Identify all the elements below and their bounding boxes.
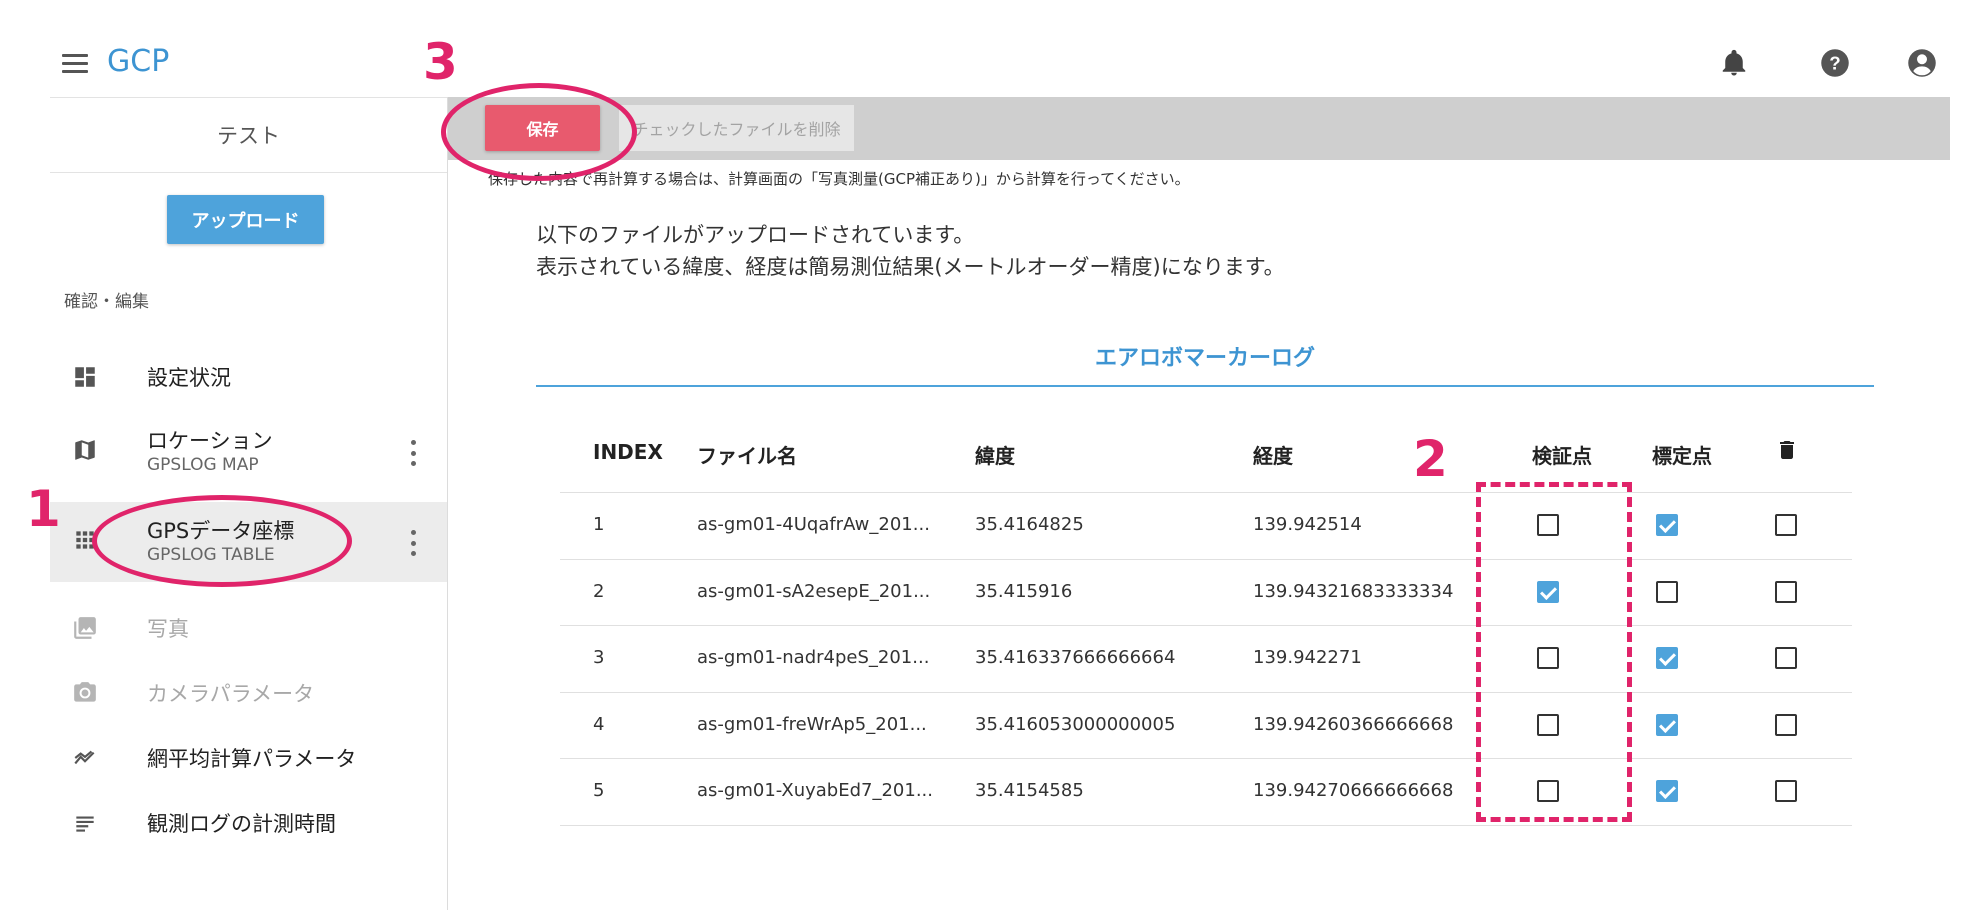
cell-index: 2: [593, 580, 605, 602]
nav-label: 網平均計算パラメータ: [147, 747, 357, 771]
col-header-index: INDEX: [593, 440, 663, 464]
intro-text: 以下のファイルがアップロードされています。 表示されている緯度、経度は簡易測位結…: [536, 219, 1285, 283]
upload-button[interactable]: アップロード: [167, 195, 324, 244]
trend-icon: [74, 750, 95, 765]
col-header-lon: 経度: [1253, 444, 1293, 468]
trash-icon: [1780, 441, 1794, 459]
delete-checked-button[interactable]: チェックしたファイルを削除: [619, 105, 854, 151]
delete-checkbox[interactable]: [1775, 580, 1797, 603]
cell-lon: 139.942271: [1253, 647, 1362, 669]
col-header-lat: 緯度: [975, 444, 1015, 468]
delete-checkbox[interactable]: [1775, 780, 1797, 803]
nav-label: カメラパラメータ: [147, 682, 315, 706]
row-divider: [560, 625, 1852, 626]
more-options-icon[interactable]: [411, 440, 417, 466]
camera-icon: [74, 682, 96, 702]
row-divider: [560, 758, 1852, 759]
delete-checkbox[interactable]: [1775, 713, 1797, 736]
project-name: テスト: [50, 97, 447, 173]
annotation-number-2: 2: [1413, 430, 1448, 488]
nav-label: 観測ログの計測時間: [147, 812, 336, 836]
cell-file: as-gm01-4UqafrAw_201...: [697, 514, 930, 536]
row-divider: [560, 824, 1852, 826]
nav-item-observation-log[interactable]: 観測ログの計測時間: [50, 790, 447, 854]
toolbar: 保存 チェックしたファイルを削除: [448, 97, 1950, 160]
cell-lon: 139.94260366666668: [1253, 713, 1454, 735]
log-title-underline: [536, 385, 1874, 387]
menu-icon[interactable]: [62, 54, 88, 74]
annotation-box-verify-column: [1476, 482, 1632, 822]
map-icon: [75, 440, 95, 460]
intro-line-2: 表示されている緯度、経度は簡易測位結果(メートルオーダー精度)になります。: [536, 255, 1285, 279]
cell-lat: 35.416053000000005: [975, 713, 1176, 735]
cell-lon: 139.94321683333334: [1253, 580, 1454, 602]
notes-icon: [76, 816, 94, 832]
nav-item-settings-status[interactable]: 設定状況: [50, 344, 447, 408]
delete-checkbox[interactable]: [1775, 647, 1797, 670]
photo-icon: [74, 617, 96, 639]
app-title: GCP: [107, 44, 170, 79]
nav-item-network-params[interactable]: 網平均計算パラメータ: [50, 725, 447, 789]
cell-file: as-gm01-nadr4peS_201...: [697, 647, 930, 669]
cell-lat: 35.416337666666664: [975, 647, 1176, 669]
cell-index: 3: [593, 647, 605, 669]
col-header-file: ファイル名: [697, 444, 797, 468]
annotation-number-1: 1: [26, 480, 61, 538]
cell-file: as-gm01-sA2esepE_201...: [697, 580, 931, 602]
nav-label: 写真: [147, 617, 189, 641]
nav-label: 設定状況: [147, 366, 231, 390]
cell-lat: 35.4164825: [975, 514, 1084, 536]
cell-lat: 35.415916: [975, 580, 1073, 602]
section-title: 確認・編集: [64, 292, 149, 312]
svg-text:?: ?: [1829, 52, 1840, 73]
bell-icon[interactable]: [1719, 48, 1749, 78]
nav-item-camera-params[interactable]: カメラパラメータ: [50, 660, 447, 724]
nav-item-location[interactable]: ロケーション GPSLOG MAP: [50, 412, 447, 492]
row-divider: [560, 492, 1852, 493]
dashboard-icon: [75, 367, 95, 387]
cell-file: as-gm01-XuyabEd7_201...: [697, 780, 933, 802]
account-icon[interactable]: [1907, 48, 1937, 78]
calib-checkbox[interactable]: [1656, 514, 1678, 537]
cell-index: 5: [593, 780, 605, 802]
more-options-icon[interactable]: [411, 530, 417, 556]
log-title: エアロボマーカーログ: [1094, 346, 1315, 371]
nav-item-photos[interactable]: 写真: [50, 595, 447, 659]
cell-index: 4: [593, 713, 605, 735]
row-divider: [560, 558, 1852, 560]
cell-lon: 139.94270666666668: [1253, 780, 1454, 802]
nav-label: ロケーション: [147, 429, 273, 453]
row-divider: [560, 691, 1852, 693]
cell-lat: 35.4154585: [975, 780, 1084, 802]
annotation-ellipse-save: [441, 83, 637, 181]
cell-file: as-gm01-freWrAp5_201...: [697, 713, 927, 735]
col-header-verify: 検証点: [1532, 444, 1592, 468]
nav-sublabel: GPSLOG MAP: [147, 455, 259, 475]
cell-lon: 139.942514: [1253, 514, 1362, 536]
calib-checkbox[interactable]: [1656, 713, 1678, 736]
calib-checkbox[interactable]: [1656, 780, 1678, 803]
help-icon[interactable]: ?: [1820, 48, 1850, 78]
calib-checkbox[interactable]: [1656, 580, 1678, 603]
delete-checkbox[interactable]: [1775, 514, 1797, 537]
cell-index: 1: [593, 514, 605, 536]
col-header-calib: 標定点: [1652, 444, 1712, 468]
annotation-ellipse-gps-table: [92, 495, 352, 587]
intro-line-1: 以下のファイルがアップロードされています。: [536, 223, 975, 247]
annotation-number-3: 3: [423, 33, 458, 91]
calib-checkbox[interactable]: [1656, 647, 1678, 670]
